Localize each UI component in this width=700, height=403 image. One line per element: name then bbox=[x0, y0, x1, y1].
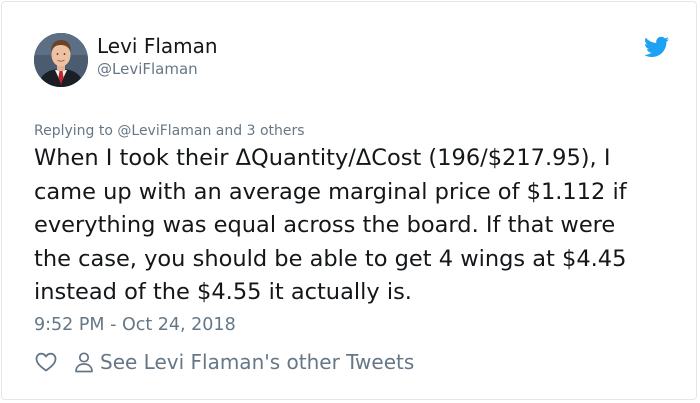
reply-context: Replying to @LeviFlaman and 3 others bbox=[34, 122, 305, 140]
tweet-actions: See Levi Flaman's other Tweets bbox=[34, 348, 414, 376]
author-display-name[interactable]: Levi Flaman bbox=[97, 34, 218, 58]
tweet-text-line: the case, you should be able to get 4 wi… bbox=[34, 245, 627, 272]
reply-others-link[interactable]: and 3 others bbox=[216, 123, 305, 139]
person-icon[interactable] bbox=[74, 351, 94, 373]
tweet-card: Levi Flaman @LeviFlaman Replying to @Lev… bbox=[1, 1, 697, 400]
tweet-text-line: everything was equal across the board. I… bbox=[34, 212, 616, 238]
reply-mention-link[interactable]: @LeviFlaman bbox=[117, 123, 211, 139]
tweet-text: When I took their ΔQuantity/ΔCost (196/$… bbox=[34, 142, 682, 310]
heart-icon[interactable] bbox=[34, 350, 58, 374]
tweet-text-line: instead of the $4.55 it actually is. bbox=[34, 279, 412, 305]
tweet-timestamp[interactable]: 9:52 PM - Oct 24, 2018 bbox=[34, 314, 236, 336]
twitter-bird-icon[interactable] bbox=[644, 36, 669, 58]
see-other-tweets-link[interactable]: See Levi Flaman's other Tweets bbox=[100, 350, 414, 374]
tweet-text-line: came up with an average marginal price o… bbox=[34, 178, 627, 205]
author-handle[interactable]: @LeviFlaman bbox=[97, 60, 198, 78]
tweet-text-line: When I took their ΔQuantity/ΔCost (196/$… bbox=[34, 145, 611, 171]
profile-photo bbox=[34, 33, 88, 87]
reply-prefix: Replying to bbox=[34, 123, 113, 139]
avatar[interactable] bbox=[34, 33, 88, 87]
